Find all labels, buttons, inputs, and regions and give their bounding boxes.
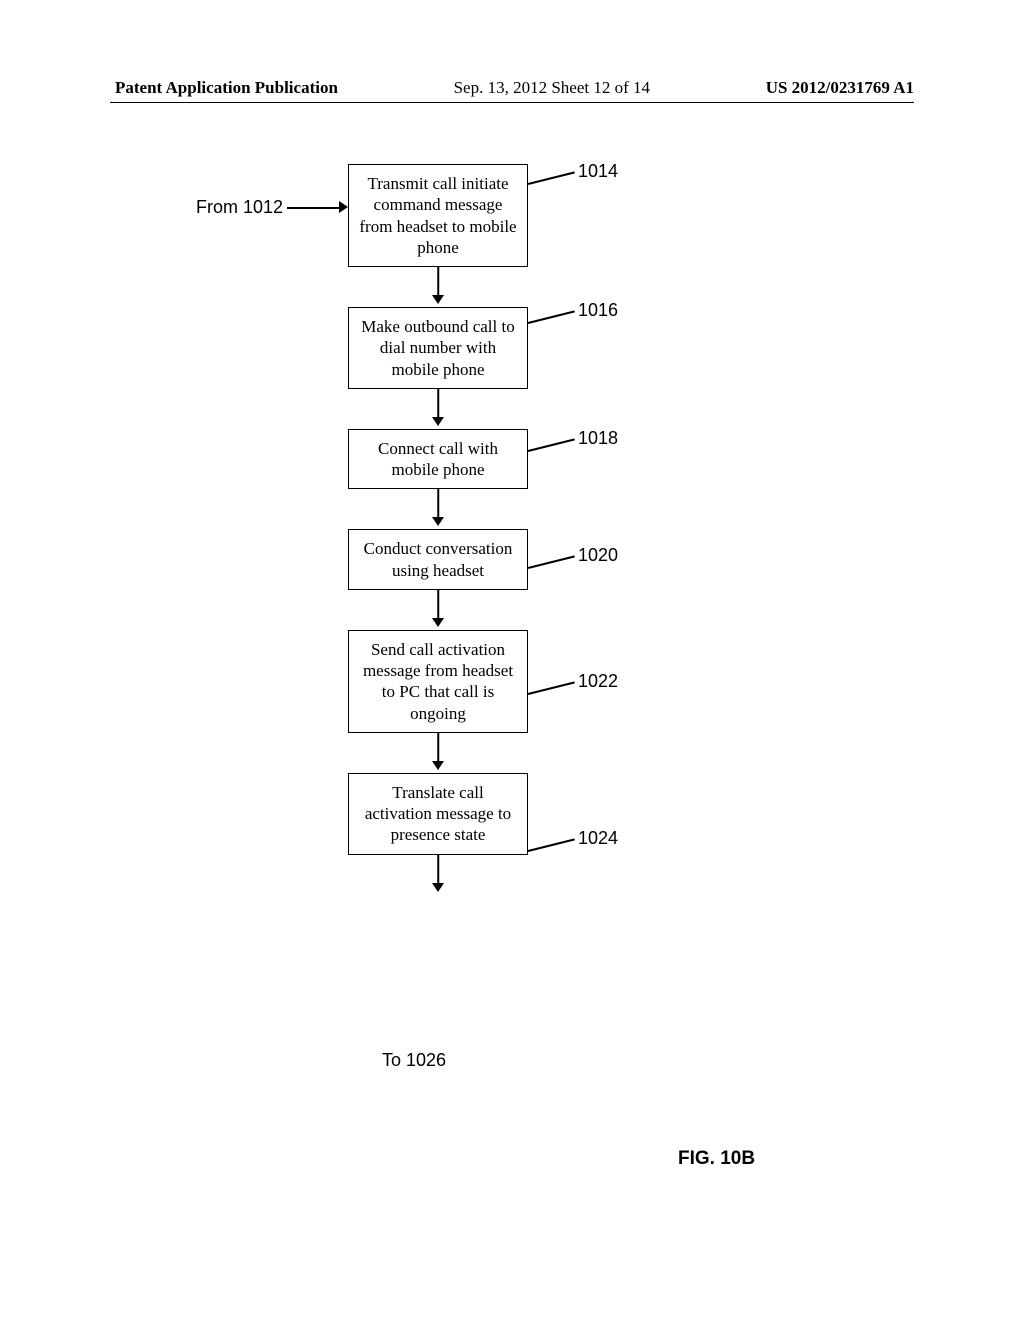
arrow-down-icon xyxy=(348,590,528,630)
page-header: Patent Application Publication Sep. 13, … xyxy=(0,78,1024,98)
flow-box-1020: Conduct conversation using headset xyxy=(348,529,528,590)
flow-box-1016: Make outbound call to dial number with m… xyxy=(348,307,528,389)
arrow-down-icon xyxy=(348,733,528,773)
ref-leader-line xyxy=(528,310,575,323)
ref-number: 1014 xyxy=(578,161,618,182)
ref-number: 1020 xyxy=(578,545,618,566)
arrow-down-icon xyxy=(348,855,528,895)
date-sheet-label: Sep. 13, 2012 Sheet 12 of 14 xyxy=(454,78,650,98)
flow-box-text: Translate call activation message to pre… xyxy=(365,783,511,845)
ref-leader-line xyxy=(528,681,575,694)
ref-number: 1016 xyxy=(578,300,618,321)
ref-number: 1018 xyxy=(578,428,618,449)
flow-box-1022: Send call activation message from headse… xyxy=(348,630,528,733)
figure-label: FIG. 10B xyxy=(678,1148,755,1170)
from-arrow-line xyxy=(287,207,341,209)
from-arrow-head-icon xyxy=(339,201,348,213)
flowchart-column: Transmit call initiate command message f… xyxy=(348,164,528,895)
ref-number: 1024 xyxy=(578,828,618,849)
ref-leader-line xyxy=(528,171,575,184)
arrow-down-icon xyxy=(348,489,528,529)
publication-label: Patent Application Publication xyxy=(115,78,338,98)
arrow-down-icon xyxy=(348,389,528,429)
ref-leader-line xyxy=(528,438,575,451)
flow-box-text: Send call activation message from headse… xyxy=(363,640,513,723)
ref-number: 1022 xyxy=(578,671,618,692)
to-label: To 1026 xyxy=(382,1050,446,1071)
flow-box-text: Conduct conversation using headset xyxy=(364,539,513,579)
flow-box-1024: Translate call activation message to pre… xyxy=(348,773,528,855)
flow-box-1018: Connect call with mobile phone xyxy=(348,429,528,490)
doc-number-label: US 2012/0231769 A1 xyxy=(766,78,914,98)
from-label: From 1012 xyxy=(196,197,283,218)
ref-leader-line xyxy=(528,555,575,568)
flow-box-text: Connect call with mobile phone xyxy=(378,439,498,479)
flow-box-text: Make outbound call to dial number with m… xyxy=(361,317,514,379)
header-divider xyxy=(110,102,914,103)
arrow-down-icon xyxy=(348,267,528,307)
flow-box-text: Transmit call initiate command message f… xyxy=(359,174,516,257)
ref-leader-line xyxy=(528,838,575,851)
flow-box-1014: Transmit call initiate command message f… xyxy=(348,164,528,267)
